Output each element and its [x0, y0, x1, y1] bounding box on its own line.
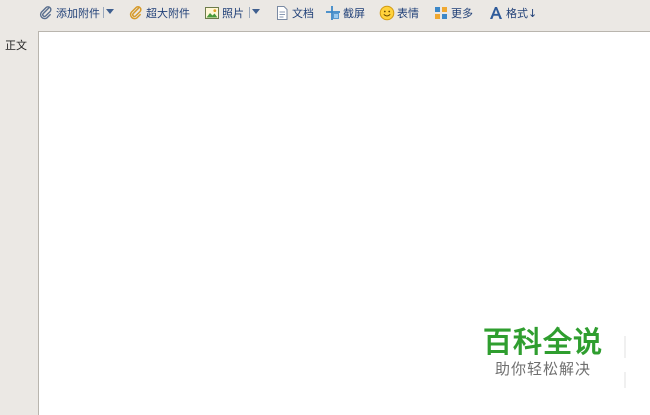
- watermark-logo: 百科全说 助你轻松解决: [478, 325, 608, 379]
- format-button[interactable]: 格式↓: [488, 4, 537, 22]
- large-attachment-label: 超大附件: [146, 7, 190, 20]
- body-label: 正文: [5, 39, 27, 52]
- screenshot-label: 截屏: [343, 7, 365, 20]
- paperclip-icon: [128, 5, 144, 21]
- smiley-icon: [379, 5, 395, 21]
- more-label: 更多: [451, 7, 473, 20]
- format-label: 格式↓: [506, 7, 538, 20]
- screenshot-button[interactable]: 截屏: [325, 4, 365, 22]
- photo-icon: [204, 5, 220, 21]
- add-attachment-button[interactable]: 添加附件: [38, 4, 100, 22]
- watermark-divider: [624, 372, 626, 388]
- document-button[interactable]: 文档: [274, 4, 314, 22]
- document-label: 文档: [292, 7, 314, 20]
- more-button[interactable]: 更多: [433, 4, 473, 22]
- paperclip-icon: [38, 5, 54, 21]
- large-attachment-button[interactable]: 超大附件: [128, 4, 190, 22]
- emoticon-button[interactable]: 表情: [379, 4, 419, 22]
- add-attachment-label: 添加附件: [56, 7, 100, 20]
- font-format-icon: [488, 5, 504, 21]
- photo-button[interactable]: 照片: [204, 4, 244, 22]
- photo-dropdown[interactable]: [250, 4, 262, 20]
- compose-toolbar: 添加附件 超大附件 照片 文档 截屏 表情 更多 格式↓: [0, 0, 650, 26]
- photo-label: 照片: [222, 7, 244, 20]
- chevron-down-icon: [252, 9, 260, 14]
- chevron-down-icon: [106, 9, 114, 14]
- watermark-title: 百科全说: [482, 325, 603, 359]
- watermark-subtitle: 助你轻松解决: [494, 360, 591, 378]
- add-attachment-dropdown[interactable]: [104, 4, 116, 20]
- grid-icon: [433, 5, 449, 21]
- scissors-icon: [325, 5, 341, 21]
- document-icon: [274, 5, 290, 21]
- watermark-divider: [624, 336, 626, 358]
- emoticon-label: 表情: [397, 7, 419, 20]
